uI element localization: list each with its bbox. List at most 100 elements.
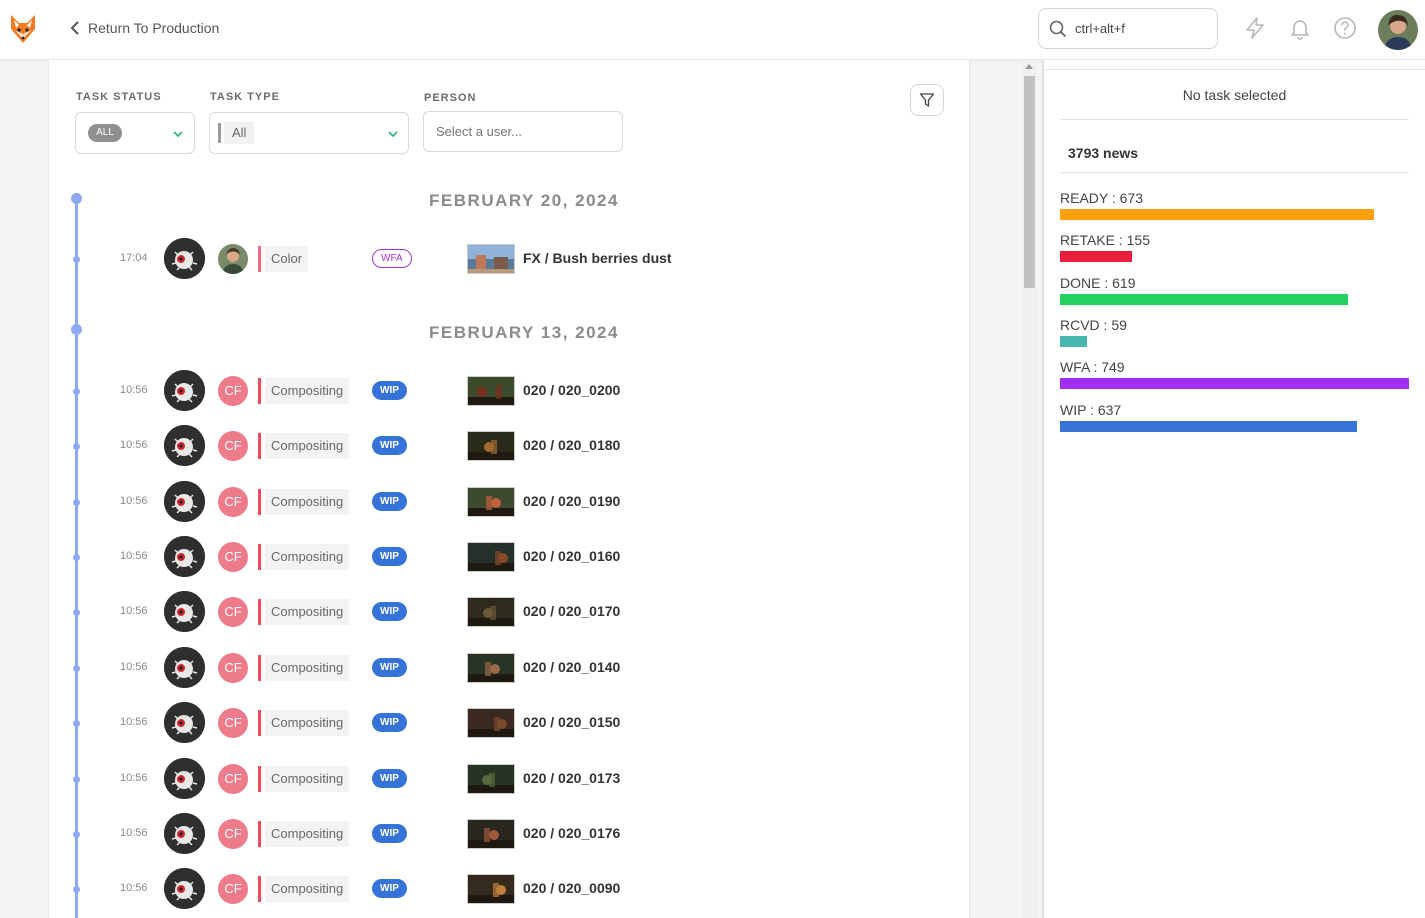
assignee-avatar[interactable]: CF bbox=[218, 487, 248, 517]
entity-thumbnail[interactable] bbox=[467, 764, 515, 794]
status-badge[interactable]: WIP bbox=[372, 381, 407, 400]
entity-thumbnail[interactable] bbox=[467, 244, 515, 274]
entity-thumbnail[interactable] bbox=[467, 708, 515, 738]
entity-name[interactable]: 020 / 020_0160 bbox=[523, 548, 620, 564]
assignee-avatar[interactable]: CF bbox=[218, 542, 248, 572]
news-row[interactable]: 10:56 CF Compositing WIP 020 / 020_0180 bbox=[49, 424, 949, 468]
entry-time: 10:56 bbox=[120, 661, 148, 673]
bell-icon[interactable] bbox=[1288, 16, 1312, 40]
entry-time: 10:56 bbox=[120, 439, 148, 451]
entry-time: 10:56 bbox=[120, 605, 148, 617]
author-avatar[interactable] bbox=[164, 868, 205, 909]
search-box[interactable] bbox=[1038, 8, 1218, 49]
entity-thumbnail[interactable] bbox=[467, 597, 515, 627]
status-badge[interactable]: WIP bbox=[372, 713, 407, 732]
entity-thumbnail[interactable] bbox=[467, 431, 515, 461]
author-avatar[interactable] bbox=[164, 702, 205, 743]
task-type-name: Compositing bbox=[265, 655, 350, 681]
status-badge[interactable]: WIP bbox=[372, 436, 407, 455]
task-type-name: Compositing bbox=[265, 710, 350, 736]
entity-thumbnail[interactable] bbox=[467, 376, 515, 406]
scrollbar[interactable] bbox=[1021, 60, 1037, 918]
entity-name[interactable]: 020 / 020_0150 bbox=[523, 714, 620, 730]
news-feed-panel: TASK STATUS ALL TASK TYPE All PERSON FEB… bbox=[48, 60, 970, 918]
news-row[interactable]: 10:56 CF Compositing WIP 020 / 020_0090 bbox=[49, 867, 949, 911]
author-avatar[interactable] bbox=[164, 591, 205, 632]
person-input[interactable] bbox=[436, 124, 606, 139]
status-stat-bar bbox=[1060, 336, 1087, 347]
status-badge[interactable]: WFA bbox=[372, 249, 412, 268]
entity-thumbnail[interactable] bbox=[467, 874, 515, 904]
entity-name[interactable]: 020 / 020_0190 bbox=[523, 493, 620, 509]
author-avatar[interactable] bbox=[164, 370, 205, 411]
status-badge[interactable]: WIP bbox=[372, 824, 407, 843]
task-type-name: Color bbox=[265, 246, 309, 272]
kitsu-fox-logo[interactable] bbox=[8, 13, 38, 45]
status-badge[interactable]: WIP bbox=[372, 658, 407, 677]
author-avatar[interactable] bbox=[164, 647, 205, 688]
news-row[interactable]: 10:56 CF Compositing WIP 020 / 020_0150 bbox=[49, 701, 949, 745]
lightning-icon[interactable] bbox=[1243, 16, 1267, 40]
status-badge[interactable]: WIP bbox=[372, 769, 407, 788]
author-avatar[interactable] bbox=[164, 481, 205, 522]
author-avatar[interactable] bbox=[164, 813, 205, 854]
news-row[interactable]: 10:56 CF Compositing WIP 020 / 020_0173 bbox=[49, 757, 949, 801]
task-type-color-bar bbox=[258, 876, 261, 902]
entity-thumbnail[interactable] bbox=[467, 653, 515, 683]
status-badge[interactable]: WIP bbox=[372, 602, 407, 621]
entity-name[interactable]: 020 / 020_0173 bbox=[523, 770, 620, 786]
assignee-avatar[interactable] bbox=[218, 244, 248, 274]
filter-button[interactable] bbox=[910, 84, 944, 116]
scroll-up-arrow-icon[interactable] bbox=[1025, 64, 1033, 69]
entity-name[interactable]: 020 / 020_0176 bbox=[523, 825, 620, 841]
task-type-name: Compositing bbox=[265, 599, 350, 625]
news-row[interactable]: 10:56 CF Compositing WIP 020 / 020_0160 bbox=[49, 535, 949, 579]
entity-thumbnail[interactable] bbox=[467, 487, 515, 517]
help-icon[interactable] bbox=[1333, 16, 1357, 40]
entity-thumbnail[interactable] bbox=[467, 819, 515, 849]
author-avatar[interactable] bbox=[164, 758, 205, 799]
entity-name[interactable]: FX / Bush berries dust bbox=[523, 250, 672, 266]
date-heading: FEBRUARY 20, 2024 bbox=[429, 191, 619, 210]
author-avatar[interactable] bbox=[164, 238, 205, 279]
task-type-name: Compositing bbox=[265, 489, 350, 515]
scrollbar-thumb[interactable] bbox=[1024, 76, 1035, 288]
news-row[interactable]: 17:04 Color WFA FX / Bush berries dust bbox=[49, 237, 949, 281]
search-input[interactable] bbox=[1075, 21, 1205, 36]
assignee-avatar[interactable]: CF bbox=[218, 764, 248, 794]
entity-name[interactable]: 020 / 020_0200 bbox=[523, 382, 620, 398]
entity-name[interactable]: 020 / 020_0170 bbox=[523, 603, 620, 619]
task-type-select[interactable]: All bbox=[209, 112, 409, 154]
assignee-avatar[interactable]: CF bbox=[218, 874, 248, 904]
news-row[interactable]: 10:56 CF Compositing WIP 020 / 020_0190 bbox=[49, 480, 949, 524]
no-task-selected-text: No task selected bbox=[1182, 87, 1287, 103]
task-status-select[interactable]: ALL bbox=[75, 112, 195, 154]
status-badge[interactable]: WIP bbox=[372, 879, 407, 898]
author-avatar[interactable] bbox=[164, 425, 205, 466]
assignee-avatar[interactable]: CF bbox=[218, 431, 248, 461]
person-select[interactable] bbox=[423, 111, 623, 152]
status-badge[interactable]: WIP bbox=[372, 492, 407, 511]
assignee-avatar[interactable]: CF bbox=[218, 653, 248, 683]
entity-thumbnail[interactable] bbox=[467, 542, 515, 572]
entity-name[interactable]: 020 / 020_0140 bbox=[523, 659, 620, 675]
author-avatar[interactable] bbox=[164, 536, 205, 577]
task-type-color-bar bbox=[218, 123, 221, 143]
task-type-name: Compositing bbox=[265, 821, 350, 847]
entity-name[interactable]: 020 / 020_0180 bbox=[523, 437, 620, 453]
news-row[interactable]: 10:56 CF Compositing WIP 020 / 020_0140 bbox=[49, 646, 949, 690]
assignee-avatar[interactable]: CF bbox=[218, 819, 248, 849]
assignee-avatar[interactable]: CF bbox=[218, 376, 248, 406]
news-row[interactable]: 10:56 CF Compositing WIP 020 / 020_0170 bbox=[49, 590, 949, 634]
status-stat-bar bbox=[1060, 294, 1348, 305]
entity-name[interactable]: 020 / 020_0090 bbox=[523, 880, 620, 896]
task-type-color-bar bbox=[258, 766, 261, 792]
return-to-production-link[interactable]: Return To Production bbox=[70, 20, 219, 36]
news-row[interactable]: 10:56 CF Compositing WIP 020 / 020_0176 bbox=[49, 812, 949, 856]
task-type-color-bar bbox=[258, 821, 261, 847]
news-row[interactable]: 10:56 CF Compositing WIP 020 / 020_0200 bbox=[49, 369, 949, 413]
user-avatar[interactable] bbox=[1378, 10, 1418, 50]
status-badge[interactable]: WIP bbox=[372, 547, 407, 566]
assignee-avatar[interactable]: CF bbox=[218, 597, 248, 627]
assignee-avatar[interactable]: CF bbox=[218, 708, 248, 738]
